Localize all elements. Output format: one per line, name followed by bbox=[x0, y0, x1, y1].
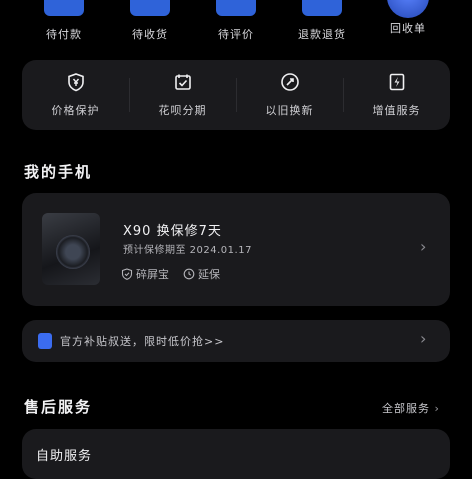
self-service-title: 自助服务 bbox=[36, 449, 93, 464]
service-label: 增值服务 bbox=[372, 104, 421, 117]
calendar-check-icon bbox=[174, 74, 191, 90]
promo-banner[interactable]: 官方补贴叔送，限时低价抢>> › bbox=[22, 320, 450, 362]
extended-warranty-badge[interactable]: 延保 bbox=[183, 266, 220, 282]
shield-yen-icon bbox=[67, 73, 84, 92]
service-value-added[interactable]: 增值服务 bbox=[343, 60, 450, 130]
order-label: 待收货 bbox=[132, 28, 168, 41]
all-services-label: 全部服务 bbox=[382, 402, 430, 415]
refund-icon bbox=[302, 0, 342, 16]
screen-protection-badge[interactable]: 碎屏宝 bbox=[121, 266, 169, 282]
camera-module bbox=[56, 235, 90, 269]
chevron-right-icon[interactable]: › bbox=[420, 329, 426, 348]
phone-warranty-title: X90 换保修7天 bbox=[123, 224, 222, 239]
bolt-icon bbox=[389, 73, 404, 91]
recycle-icon bbox=[387, 0, 429, 18]
order-label: 待付款 bbox=[46, 28, 82, 41]
coupon-icon bbox=[38, 333, 52, 349]
promo-text: 官方补贴叔送，限时低价抢>> bbox=[60, 335, 225, 348]
order-label: 回收单 bbox=[390, 22, 426, 35]
all-services-link[interactable]: 全部服务 › bbox=[382, 400, 440, 416]
service-trade-in[interactable]: 以旧换新 bbox=[236, 60, 343, 130]
order-label: 退款退货 bbox=[298, 28, 346, 41]
phone-image bbox=[42, 213, 100, 285]
section-title-my-phone: 我的手机 bbox=[24, 163, 93, 181]
my-phone-card[interactable]: X90 换保修7天 预计保修期至 2024.01.17 碎屏宝 延保 › bbox=[22, 193, 450, 306]
truck-icon bbox=[130, 0, 170, 16]
service-label: 花呗分期 bbox=[158, 104, 207, 117]
order-refund[interactable]: 退款退货 bbox=[282, 0, 362, 42]
phone-warranty-date: 预计保修期至 2024.01.17 bbox=[123, 245, 252, 256]
shield-check-icon bbox=[121, 268, 133, 280]
badge-label: 碎屏宝 bbox=[136, 268, 169, 281]
order-pending-receipt[interactable]: 待收货 bbox=[110, 0, 190, 42]
chevron-right-icon[interactable]: › bbox=[420, 237, 426, 256]
services-card: 价格保护 花呗分期 以旧换新 增值服务 bbox=[22, 60, 450, 130]
order-pending-payment[interactable]: 待付款 bbox=[24, 0, 104, 42]
self-service-card[interactable]: 自助服务 bbox=[22, 429, 450, 479]
order-label: 待评价 bbox=[218, 28, 254, 41]
exchange-icon bbox=[280, 73, 299, 91]
section-title-aftersale: 售后服务 bbox=[24, 398, 93, 416]
service-label: 以旧换新 bbox=[265, 104, 314, 117]
service-label: 价格保护 bbox=[51, 104, 100, 117]
clock-icon bbox=[183, 268, 195, 280]
badge-label: 延保 bbox=[198, 268, 220, 281]
wallet-icon bbox=[44, 0, 84, 16]
service-installment[interactable]: 花呗分期 bbox=[129, 60, 236, 130]
chevron-right-icon: › bbox=[434, 402, 440, 415]
order-recycle[interactable]: 回收单 bbox=[368, 0, 448, 36]
chat-icon bbox=[216, 0, 256, 16]
service-price-protection[interactable]: 价格保护 bbox=[22, 60, 129, 130]
order-pending-review[interactable]: 待评价 bbox=[196, 0, 276, 42]
order-status-row: 待付款 待收货 待评价 退款退货 回收单 bbox=[0, 0, 472, 46]
